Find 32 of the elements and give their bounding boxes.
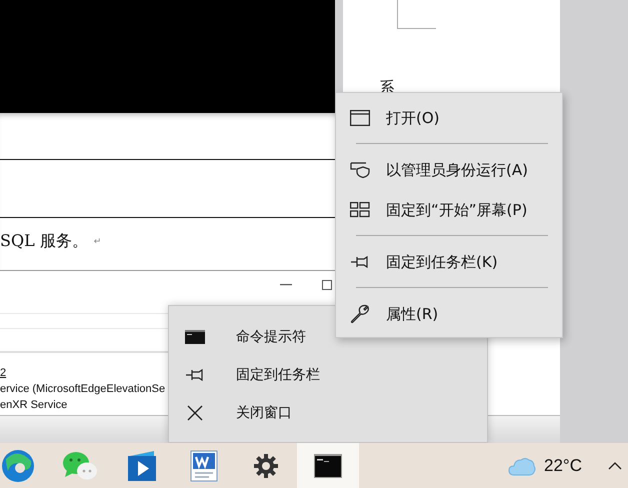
close-icon — [185, 405, 205, 421]
document-icon — [189, 450, 219, 482]
window-icon — [350, 110, 370, 126]
menu-item[interactable]: 关闭窗口 — [169, 394, 487, 432]
margin-mark — [397, 0, 436, 29]
menu-item[interactable]: 固定到任务栏(K) — [336, 242, 562, 282]
pin-icon — [185, 369, 205, 381]
shield-icon — [350, 162, 370, 178]
taskbar-button[interactable] — [297, 443, 359, 488]
chevron-up-icon[interactable] — [608, 462, 622, 470]
temperature-text: 22°C — [544, 456, 582, 476]
chat-bubbles-icon — [62, 450, 98, 482]
minimize-icon[interactable] — [280, 284, 292, 286]
paragraph-mark: ↵ — [94, 236, 102, 246]
service-name: ervice (MicrosoftEdgeElevationSe — [0, 382, 166, 397]
service-name: enXR Service — [0, 398, 68, 413]
terminal-icon — [314, 454, 342, 478]
menu-item[interactable]: 打开(O) — [336, 98, 562, 138]
menu-item[interactable]: 固定到“开始”屏幕(P) — [336, 190, 562, 230]
wrench-icon — [350, 304, 370, 324]
service-name: 2 — [0, 366, 6, 381]
terminal-icon — [185, 330, 205, 344]
menu-item[interactable]: 固定到任务栏 — [169, 356, 487, 394]
menu-item[interactable]: 属性(R) — [336, 294, 562, 334]
tiles-icon — [350, 202, 370, 218]
document-text: SQL 服务。 — [0, 231, 88, 252]
play-icon — [126, 450, 158, 482]
maximize-icon[interactable] — [322, 280, 332, 290]
menu-item[interactable]: 以管理员身份运行(A) — [336, 150, 562, 190]
gear-icon — [253, 452, 279, 478]
pin-icon — [350, 256, 370, 268]
cloud-icon — [508, 456, 536, 476]
